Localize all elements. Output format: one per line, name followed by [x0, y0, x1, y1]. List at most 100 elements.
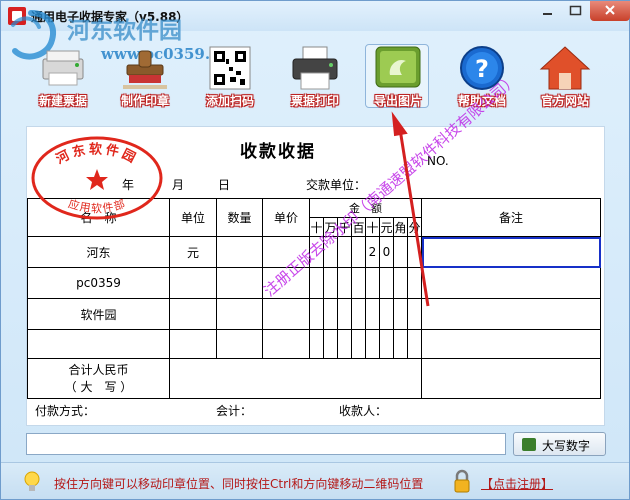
amount-digit-cell[interactable] — [379, 267, 394, 299]
amount-digit-cell[interactable] — [365, 298, 380, 330]
amount-digit-cell[interactable] — [365, 267, 380, 299]
table-row: pc0359 — [27, 267, 601, 299]
remark-cell[interactable] — [421, 329, 601, 359]
item-quantity-cell[interactable] — [216, 267, 263, 299]
svg-text:?: ? — [475, 55, 489, 83]
make-stamp-button[interactable]: 制作印章 — [113, 45, 177, 109]
printer-machine-icon — [42, 50, 84, 86]
item-name-cell[interactable] — [27, 329, 170, 359]
amount-digit-cell[interactable] — [323, 298, 338, 330]
total-uppercase-cell[interactable] — [169, 358, 422, 399]
header-price: 单价 — [262, 198, 310, 237]
amount-digit-header: 十 — [365, 217, 380, 237]
item-quantity-cell[interactable] — [216, 236, 263, 268]
item-price-cell[interactable] — [262, 236, 310, 268]
remark-cell[interactable] — [421, 298, 601, 330]
amount-digit-cell[interactable] — [393, 329, 408, 359]
official-website-button[interactable]: 官方网站 — [533, 45, 597, 109]
amount-digit-cell[interactable] — [379, 298, 394, 330]
item-quantity-cell[interactable] — [216, 329, 263, 359]
amount-digit-cell[interactable] — [393, 236, 408, 268]
amount-digit-cell[interactable] — [365, 329, 380, 359]
minimize-icon — [543, 13, 552, 15]
image-export-icon — [375, 46, 421, 88]
remark-cell[interactable] — [421, 267, 601, 299]
amount-digit-cell[interactable]: 2 — [365, 236, 380, 268]
item-unit-cell[interactable] — [169, 298, 217, 330]
qr-code-icon — [209, 46, 251, 90]
amount-digit-cell[interactable] — [407, 298, 422, 330]
amount-digit-header: 角 — [393, 217, 408, 237]
uppercase-number-button[interactable]: 大写数字 — [513, 432, 606, 456]
item-price-cell[interactable] — [262, 298, 310, 330]
status-hint: 按住方向键可以移动印章位置、同时按住Ctrl和方向键移动二维码位置 — [54, 477, 424, 491]
add-qrcode-button[interactable]: 添加扫码 — [198, 45, 262, 109]
item-price-cell[interactable] — [262, 329, 310, 359]
register-link[interactable]: 【点击注册】 — [481, 475, 553, 492]
amount-digit-cell[interactable] — [337, 298, 352, 330]
amount-digit-cell[interactable] — [337, 267, 352, 299]
payee-label: 收款人： — [339, 404, 388, 418]
receipt-table: 名 称 单位 数量 单价 金 额 备注 十 万 千 百 十 元 角 分 河东 元 — [27, 198, 601, 399]
amount-digit-cell[interactable] — [351, 267, 366, 299]
total-label-line2: （ 大 写 ） — [64, 379, 133, 394]
item-name-cell[interactable]: 软件园 — [27, 298, 170, 330]
total-remark-cell[interactable] — [421, 358, 601, 399]
toolbar-label: 帮助文档 — [457, 94, 506, 108]
print-receipt-button[interactable]: 票据打印 — [283, 45, 347, 109]
remark-cell-selected[interactable] — [421, 236, 601, 268]
item-name-cell[interactable]: 河东 — [27, 236, 170, 268]
toolbar-label: 制作印章 — [120, 94, 169, 108]
item-unit-cell[interactable] — [169, 329, 217, 359]
amount-digit-cell[interactable] — [309, 267, 324, 299]
item-unit-cell[interactable] — [169, 267, 217, 299]
help-docs-button[interactable]: ? 帮助文档 — [450, 45, 514, 109]
amount-digit-cell[interactable] — [351, 236, 366, 268]
toolbar-label: 新建票据 — [38, 94, 87, 108]
amount-digit-cell[interactable]: 0 — [379, 236, 394, 268]
app-window: 通用电子收据专家（v5.88） 河东软件园 www.pc0359.cn 新建票据 — [0, 0, 630, 500]
day-label: 日 — [218, 178, 231, 192]
amount-digit-cell[interactable] — [337, 329, 352, 359]
month-label: 月 — [172, 178, 185, 192]
payment-method-label: 付款方式： — [35, 404, 96, 418]
item-name-cell[interactable]: pc0359 — [27, 267, 170, 299]
item-quantity-cell[interactable] — [216, 298, 263, 330]
new-receipt-button[interactable]: 新建票据 — [31, 45, 95, 109]
light-bulb-icon — [24, 471, 40, 491]
amount-digit-cell[interactable] — [393, 267, 408, 299]
maximize-button[interactable] — [562, 1, 589, 21]
amount-digit-header: 分 — [407, 217, 422, 237]
amount-digit-cell[interactable] — [379, 329, 394, 359]
amount-digit-cell[interactable] — [309, 298, 324, 330]
amount-digit-cell[interactable] — [323, 236, 338, 268]
table-row: 软件园 — [27, 298, 601, 330]
item-unit-cell[interactable]: 元 — [169, 236, 217, 268]
amount-digit-cell[interactable] — [407, 267, 422, 299]
amount-digit-cell[interactable] — [407, 329, 422, 359]
close-button[interactable] — [590, 1, 630, 21]
amount-digit-header: 千 — [337, 217, 352, 237]
toolbar-label: 票据打印 — [290, 94, 339, 108]
amount-digit-cell[interactable] — [351, 298, 366, 330]
amount-digit-cell[interactable] — [393, 298, 408, 330]
amount-digit-cell[interactable] — [323, 267, 338, 299]
amount-digit-cell[interactable] — [337, 236, 352, 268]
receipt-number-label[interactable]: NO. — [427, 154, 449, 168]
amount-digit-cell[interactable] — [309, 236, 324, 268]
printer-icon — [292, 46, 338, 90]
minimize-button[interactable] — [534, 1, 561, 21]
amount-digit-cell[interactable] — [351, 329, 366, 359]
amount-digit-cell[interactable] — [323, 329, 338, 359]
amount-digit-cell[interactable] — [407, 236, 422, 268]
export-image-button[interactable]: 导出图片 — [365, 44, 429, 108]
amount-input[interactable] — [26, 433, 506, 455]
amount-digit-cell[interactable] — [309, 329, 324, 359]
item-price-cell[interactable] — [262, 267, 310, 299]
lock-icon[interactable] — [453, 469, 471, 493]
maximize-icon — [569, 5, 582, 16]
table-row: 河东 元 2 0 — [27, 236, 601, 268]
toolbar-label: 官方网站 — [540, 94, 589, 108]
header-unit: 单位 — [169, 198, 217, 237]
uppercase-number-label: 大写数字 — [542, 439, 591, 453]
